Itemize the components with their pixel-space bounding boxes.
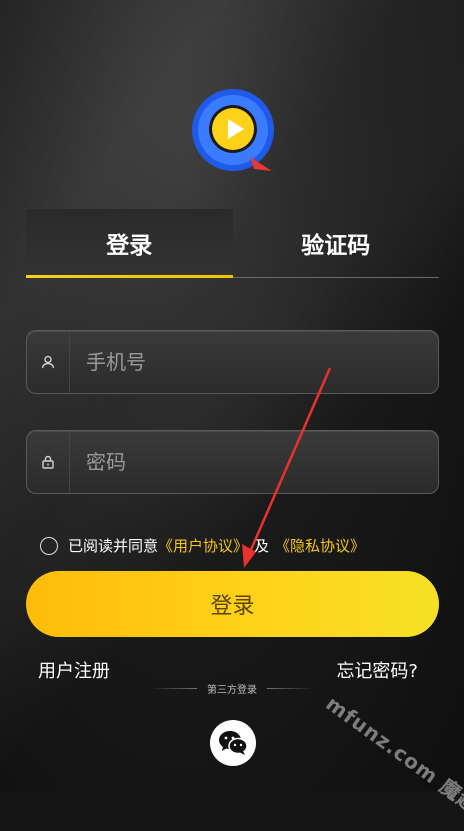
register-link[interactable]: 用户注册: [38, 657, 110, 683]
wechat-icon: [219, 731, 248, 755]
user-icon: [27, 331, 70, 393]
tab-verification-code[interactable]: 验证码: [233, 209, 440, 277]
wechat-login-button[interactable]: [210, 720, 256, 766]
third-party-divider: 第三方登录: [150, 681, 314, 696]
tab-password-login[interactable]: 登录: [26, 209, 233, 278]
agreement-and: 及: [254, 537, 270, 555]
agreement-checkbox[interactable]: [40, 536, 58, 555]
password-field: [26, 430, 439, 494]
password-input[interactable]: [84, 449, 438, 475]
forgot-password-link[interactable]: 忘记密码?: [336, 657, 418, 683]
divider-line: [267, 688, 314, 689]
bottom-links: 用户注册 忘记密码?: [38, 657, 418, 683]
app-logo-icon: [192, 89, 274, 171]
user-agreement-link[interactable]: 《用户协议》: [158, 535, 248, 556]
divider-line: [150, 688, 197, 689]
phone-field: [26, 330, 439, 394]
privacy-policy-link[interactable]: 《隐私协议》: [275, 535, 365, 556]
tab-label: 登录: [106, 233, 153, 259]
phone-input[interactable]: [84, 349, 438, 375]
agreement-row: 已阅读并同意 《用户协议》 及 《隐私协议》: [40, 535, 365, 556]
login-button[interactable]: 登录: [26, 571, 439, 637]
third-party-label: 第三方登录: [207, 685, 257, 696]
tab-label: 验证码: [301, 233, 371, 259]
lock-icon: [27, 431, 70, 493]
agreement-prefix: 已阅读并同意: [68, 537, 159, 555]
login-tabs: 登录 验证码: [26, 209, 439, 278]
